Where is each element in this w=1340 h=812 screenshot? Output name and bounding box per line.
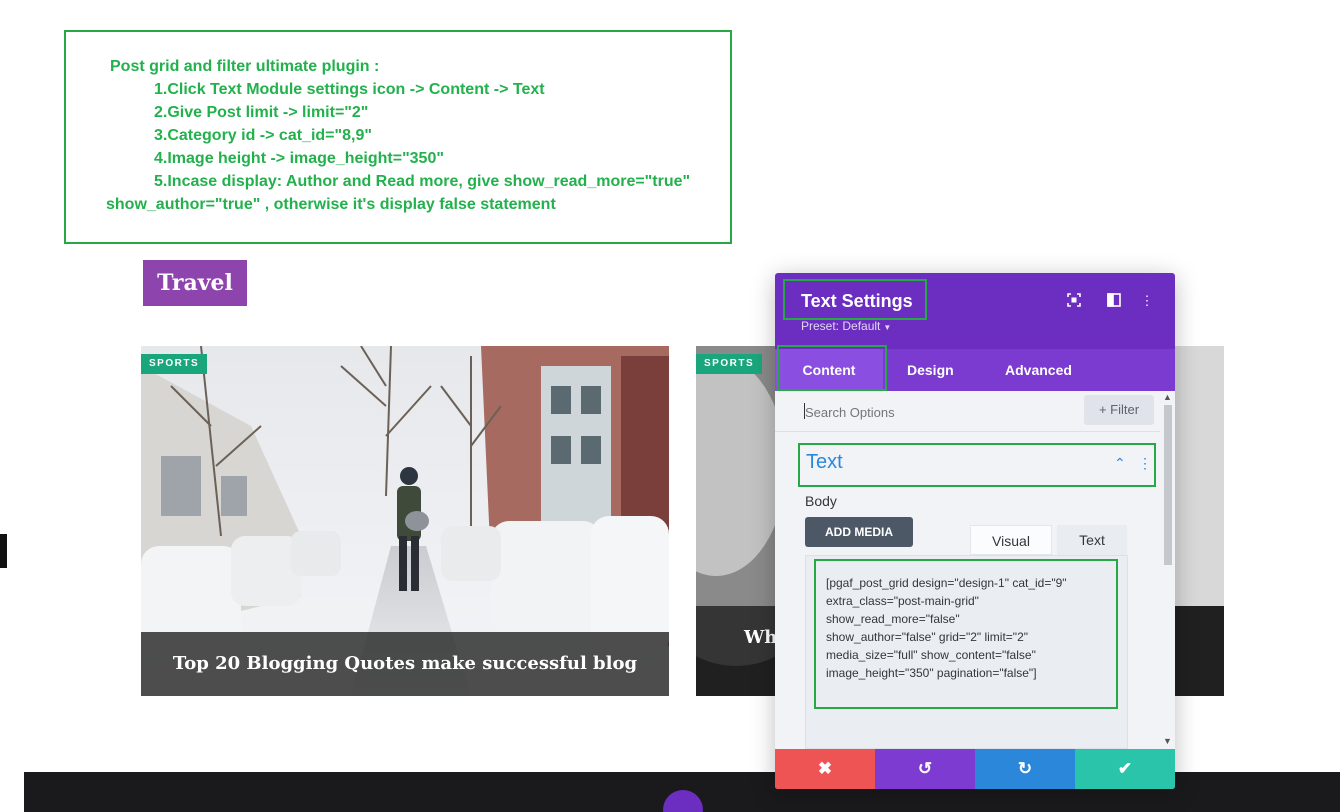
- preset-dropdown[interactable]: Preset: Default ▼: [801, 319, 891, 333]
- instruction-step-1: 1.Click Text Module settings icon -> Con…: [154, 81, 545, 98]
- scroll-up-icon[interactable]: ▲: [1160, 391, 1175, 403]
- split-view-icon[interactable]: [1106, 293, 1122, 309]
- tab-advanced[interactable]: Advanced: [1005, 349, 1072, 391]
- scrollbar-thumb[interactable]: [1164, 405, 1172, 565]
- divider: [775, 431, 1160, 432]
- add-media-button[interactable]: ADD MEDIA: [805, 517, 913, 547]
- side-tab[interactable]: [0, 534, 7, 568]
- body-label: Body: [805, 493, 837, 509]
- scrollbar[interactable]: ▲ ▼: [1160, 391, 1175, 749]
- instruction-box: Post grid and filter ultimate plugin : 1…: [64, 30, 732, 244]
- close-button[interactable]: ✖: [775, 749, 875, 789]
- modal-footer: ✖ ↺ ↻ ✔: [775, 749, 1175, 789]
- more-options-icon[interactable]: ⋮: [1138, 455, 1152, 472]
- check-icon: ✔: [1117, 759, 1133, 778]
- more-options-icon[interactable]: ⋮: [1139, 293, 1155, 309]
- focus-icon[interactable]: [1066, 293, 1082, 309]
- modal-header[interactable]: Text Settings Preset: Default ▼ ⋮: [775, 273, 1175, 349]
- shortcode-text[interactable]: [pgaf_post_grid design="design-1" cat_id…: [826, 574, 1116, 682]
- chevron-up-icon[interactable]: ⌃: [1114, 455, 1126, 472]
- instruction-step-3: 3.Category id -> cat_id="8,9": [154, 127, 372, 144]
- highlight-box: [777, 345, 887, 391]
- search-options-input[interactable]: [805, 401, 1075, 423]
- category-badge[interactable]: SPORTS: [141, 354, 208, 374]
- instruction-step-4: 4.Image height -> image_height="350": [154, 150, 444, 167]
- instruction-step-5: 5.Incase display: Author and Read more, …: [154, 173, 691, 190]
- highlight-box: [783, 279, 927, 320]
- filter-button[interactable]: + Filter: [1084, 395, 1154, 425]
- text-section-toggle[interactable]: Text ⌃ ⋮: [798, 443, 1156, 487]
- modal-body: + Filter Text ⌃ ⋮ Body ADD MEDIA Visual …: [775, 391, 1160, 749]
- post-card[interactable]: SPORTS Top 20 Blogging Quotes make succe…: [141, 346, 669, 696]
- post-title[interactable]: Top 20 Blogging Quotes make successful b…: [141, 632, 669, 696]
- tab-design[interactable]: Design: [907, 349, 954, 391]
- highlight-box: [pgaf_post_grid design="design-1" cat_id…: [814, 559, 1118, 709]
- caret-down-icon: ▼: [883, 323, 892, 332]
- instruction-step-5-cont: show_author="true" , otherwise it's disp…: [106, 196, 556, 213]
- undo-icon: ↺: [917, 759, 933, 778]
- redo-button[interactable]: ↻: [975, 749, 1075, 789]
- instruction-heading: Post grid and filter ultimate plugin :: [110, 58, 380, 75]
- tab-visual[interactable]: Visual: [970, 525, 1052, 555]
- redo-icon: ↻: [1017, 759, 1033, 778]
- close-icon: ✖: [817, 759, 833, 778]
- undo-button[interactable]: ↺: [875, 749, 975, 789]
- section-title: Text: [806, 451, 843, 473]
- preset-label: Preset: Default: [801, 319, 881, 333]
- scroll-down-icon[interactable]: ▼: [1160, 735, 1175, 747]
- text-settings-modal: Text Settings Preset: Default ▼ ⋮ Content…: [775, 273, 1175, 789]
- section-heading: Travel: [143, 260, 247, 306]
- category-badge[interactable]: SPORTS: [696, 354, 763, 374]
- instruction-step-2: 2.Give Post limit -> limit="2": [154, 104, 369, 121]
- save-button[interactable]: ✔: [1075, 749, 1175, 789]
- tab-text[interactable]: Text: [1057, 525, 1127, 555]
